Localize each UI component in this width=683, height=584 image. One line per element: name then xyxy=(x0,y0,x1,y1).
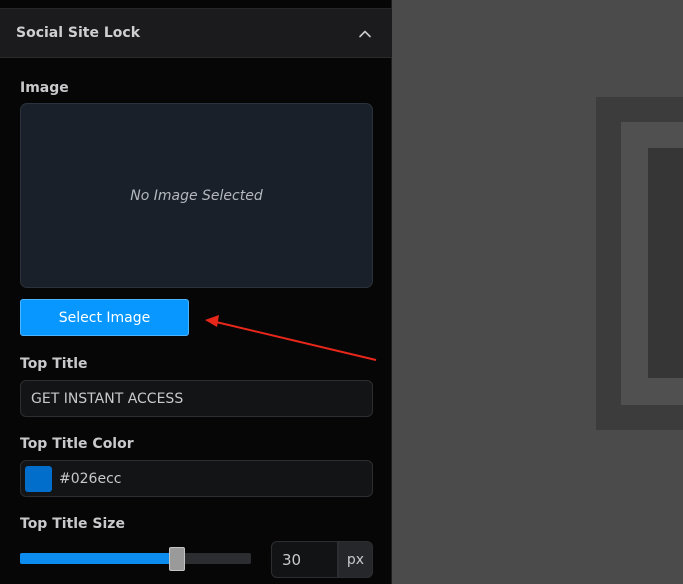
size-unit-label: px xyxy=(346,552,365,568)
no-image-text: No Image Selected xyxy=(130,188,263,204)
top-title-size-label: Top Title Size xyxy=(20,516,125,532)
preview-core xyxy=(648,148,683,378)
size-slider-handle[interactable] xyxy=(169,547,185,571)
size-slider-track[interactable] xyxy=(20,547,251,571)
settings-panel: Social Site Lock Image No Image Selected… xyxy=(0,0,392,584)
image-preview-box[interactable]: No Image Selected xyxy=(20,103,373,288)
top-title-value: GET INSTANT ACCESS xyxy=(31,391,184,407)
top-title-color-input[interactable]: #026ecc xyxy=(20,460,373,497)
top-title-label: Top Title xyxy=(20,356,88,372)
color-hex-value: #026ecc xyxy=(59,471,122,487)
section-header[interactable]: Social Site Lock xyxy=(0,9,392,58)
size-slider-fill xyxy=(20,553,177,564)
top-title-input[interactable]: GET INSTANT ACCESS xyxy=(20,380,373,417)
color-swatch[interactable] xyxy=(25,466,52,492)
top-title-color-label: Top Title Color xyxy=(20,436,134,452)
size-number-input[interactable]: 30 xyxy=(271,541,338,578)
chevron-up-icon[interactable] xyxy=(358,27,372,41)
image-label: Image xyxy=(20,80,69,96)
section-title: Social Site Lock xyxy=(16,25,141,41)
size-unit-select[interactable]: px xyxy=(338,541,373,578)
select-image-button[interactable]: Select Image xyxy=(20,299,189,336)
size-value: 30 xyxy=(282,551,302,569)
